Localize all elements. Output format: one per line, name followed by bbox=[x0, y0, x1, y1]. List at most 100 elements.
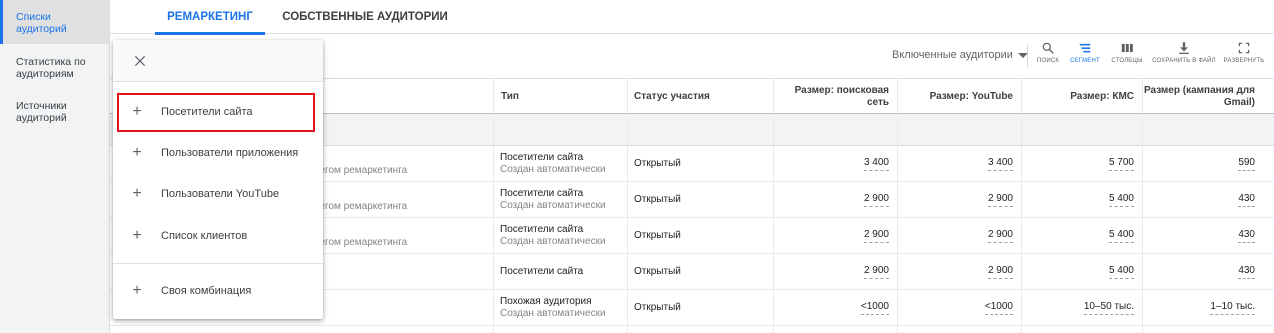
expand-button-label: РАЗВЕРНУТЬ bbox=[1223, 58, 1265, 64]
search-icon bbox=[1042, 42, 1054, 54]
column-header-search-size[interactable]: Размер: поисковая сеть bbox=[774, 79, 897, 114]
expand-icon bbox=[1238, 42, 1250, 54]
download-icon bbox=[1179, 42, 1189, 55]
toolbar-divider bbox=[1027, 44, 1028, 68]
menu-item-label: Список клиентов bbox=[161, 230, 248, 242]
menu-item-label: Своя комбинация bbox=[161, 285, 252, 297]
search-size-value[interactable]: 3 400 bbox=[863, 157, 889, 171]
gmail-size-value[interactable]: 590 bbox=[1238, 157, 1255, 171]
youtube-size-value[interactable]: 2 900 bbox=[987, 229, 1013, 243]
column-header-youtube-size[interactable]: Размер: YouTube bbox=[898, 79, 1021, 114]
gmail-size-cell: 430 bbox=[1143, 182, 1263, 218]
nav-item-label: Источники аудиторий bbox=[16, 100, 67, 124]
type-subtext: Создан автоматически bbox=[500, 236, 606, 247]
youtube-size-value[interactable]: 2 900 bbox=[987, 193, 1013, 207]
search-size-value[interactable]: 2 900 bbox=[863, 193, 889, 207]
left-navigation: Списки аудиторий Статистика по аудитория… bbox=[0, 0, 110, 333]
kms-size-value[interactable]: 5 700 bbox=[1108, 157, 1134, 171]
menu-item-customer-list[interactable]: + Список клиентов bbox=[113, 216, 323, 256]
nav-item-audience-stats[interactable]: Статистика по аудиториям bbox=[0, 48, 109, 88]
menu-divider bbox=[113, 263, 323, 264]
search-size-cell: 2 900 bbox=[774, 254, 897, 290]
menu-header bbox=[113, 40, 323, 82]
youtube-size-value[interactable]: 2 900 bbox=[987, 265, 1013, 279]
columns-icon bbox=[1121, 43, 1133, 53]
type-subtext: Создан автоматически bbox=[500, 164, 606, 175]
column-header-status[interactable]: Статус участия bbox=[628, 79, 773, 114]
type-value: Посетители сайта bbox=[500, 266, 584, 277]
audience-filter-dropdown[interactable]: Включенные аудитории bbox=[892, 49, 1028, 61]
type-cell: Похожая аудитория Создан автоматически bbox=[494, 290, 627, 326]
close-button[interactable] bbox=[132, 53, 148, 69]
gmail-size-value[interactable]: 1–10 тыс. bbox=[1210, 301, 1255, 315]
tab-remarketing[interactable]: РЕМАРКЕТИНГ bbox=[155, 0, 265, 35]
tab-bar: РЕМАРКЕТИНГ СОБСТВЕННЫЕ АУДИТОРИИ bbox=[110, 0, 1274, 35]
row-tag-text: тегом ремаркетинга bbox=[315, 201, 408, 212]
youtube-size-cell: 2 900 bbox=[898, 218, 1021, 254]
gmail-size-value[interactable]: 430 bbox=[1238, 229, 1255, 243]
menu-item-youtube-users[interactable]: + Пользователи YouTube bbox=[113, 174, 323, 214]
youtube-size-cell: <1000 bbox=[898, 290, 1021, 326]
search-size-cell: 2 900 bbox=[774, 218, 897, 254]
kms-size-value[interactable]: 5 400 bbox=[1108, 265, 1134, 279]
plus-icon: + bbox=[132, 185, 142, 202]
gmail-size-cell: 430 bbox=[1143, 254, 1263, 290]
menu-item-custom-combination[interactable]: + Своя комбинация bbox=[113, 271, 323, 311]
nav-item-audience-sources[interactable]: Источники аудиторий bbox=[0, 92, 109, 132]
kms-size-value[interactable]: 10–50 тыс. bbox=[1083, 301, 1134, 315]
type-cell: Посетители сайта Создан автоматически bbox=[494, 182, 627, 218]
youtube-size-value[interactable]: <1000 bbox=[984, 301, 1013, 315]
column-header-gmail-size[interactable]: Размер (кампания для Gmail) bbox=[1143, 79, 1263, 114]
youtube-size-value[interactable]: 3 400 bbox=[987, 157, 1013, 171]
download-button[interactable]: СОХРАНИТЬ В ФАЙЛ bbox=[1150, 41, 1218, 64]
nav-item-audience-lists[interactable]: Списки аудиторий bbox=[0, 0, 109, 44]
search-size-value[interactable]: 2 900 bbox=[863, 265, 889, 279]
kms-size-value[interactable]: 5 400 bbox=[1108, 229, 1134, 243]
columns-button[interactable]: СТОЛБЦЫ bbox=[1110, 41, 1144, 64]
type-value: Посетители сайта bbox=[500, 152, 584, 163]
search-button-label: ПОИСК bbox=[1036, 58, 1060, 64]
search-size-cell: <1000 bbox=[774, 290, 897, 326]
segment-button[interactable]: СЕГМЕНТ bbox=[1068, 41, 1102, 64]
status-cell: Открытый bbox=[634, 230, 681, 241]
expand-button[interactable]: РАЗВЕРНУТЬ bbox=[1222, 41, 1266, 64]
nav-item-label: Списки аудиторий bbox=[16, 11, 67, 35]
type-cell: Посетители сайта Создан автоматически bbox=[494, 146, 627, 182]
gmail-size-cell: 1–10 тыс. bbox=[1143, 290, 1263, 326]
youtube-size-cell: 2 900 bbox=[898, 182, 1021, 218]
plus-icon: + bbox=[132, 227, 142, 244]
gmail-size-value[interactable]: 430 bbox=[1238, 265, 1255, 279]
type-value: Посетители сайта bbox=[500, 188, 584, 199]
search-size-value[interactable]: <1000 bbox=[860, 301, 889, 315]
type-subtext: Создан автоматически bbox=[500, 308, 606, 319]
kms-size-cell: 5 400 bbox=[1022, 218, 1142, 254]
audience-manager-screen: Списки аудиторий Статистика по аудитория… bbox=[0, 0, 1274, 333]
search-button[interactable]: ПОИСК bbox=[1034, 41, 1062, 64]
highlight-box bbox=[117, 93, 315, 132]
type-value: Похожая аудитория bbox=[500, 296, 592, 307]
status-cell: Открытый bbox=[634, 158, 681, 169]
column-header-type[interactable]: Тип bbox=[495, 79, 625, 114]
tab-own-audiences[interactable]: СОБСТВЕННЫЕ АУДИТОРИИ bbox=[280, 0, 450, 34]
download-button-label: СОХРАНИТЬ В ФАЙЛ bbox=[1152, 58, 1216, 64]
kms-size-cell: 5 700 bbox=[1022, 146, 1142, 182]
add-audience-menu: + Посетители сайта + Пользователи прилож… bbox=[113, 40, 323, 319]
plus-icon: + bbox=[132, 282, 142, 299]
nav-item-label: Статистика по аудиториям bbox=[16, 56, 86, 80]
gmail-size-cell: 590 bbox=[1143, 146, 1263, 182]
gmail-size-value[interactable]: 430 bbox=[1238, 193, 1255, 207]
type-cell: Посетители сайта Создан автоматически bbox=[494, 218, 627, 254]
column-header-kms-size[interactable]: Размер: КМС bbox=[1022, 79, 1142, 114]
segment-icon bbox=[1079, 43, 1091, 53]
segment-button-label: СЕГМЕНТ bbox=[1070, 58, 1100, 64]
row-tag-text: тегом ремаркетинга bbox=[315, 237, 408, 248]
search-size-value[interactable]: 2 900 bbox=[863, 229, 889, 243]
status-cell: Открытый bbox=[634, 302, 681, 313]
kms-size-cell: 10–50 тыс. bbox=[1022, 290, 1142, 326]
columns-button-label: СТОЛБЦЫ bbox=[1111, 58, 1143, 64]
kms-size-value[interactable]: 5 400 bbox=[1108, 193, 1134, 207]
youtube-size-cell: 3 400 bbox=[898, 146, 1021, 182]
menu-item-app-users[interactable]: + Пользователи приложения bbox=[113, 133, 323, 173]
type-subtext: Создан автоматически bbox=[500, 200, 606, 211]
type-cell: Посетители сайта bbox=[494, 254, 627, 290]
